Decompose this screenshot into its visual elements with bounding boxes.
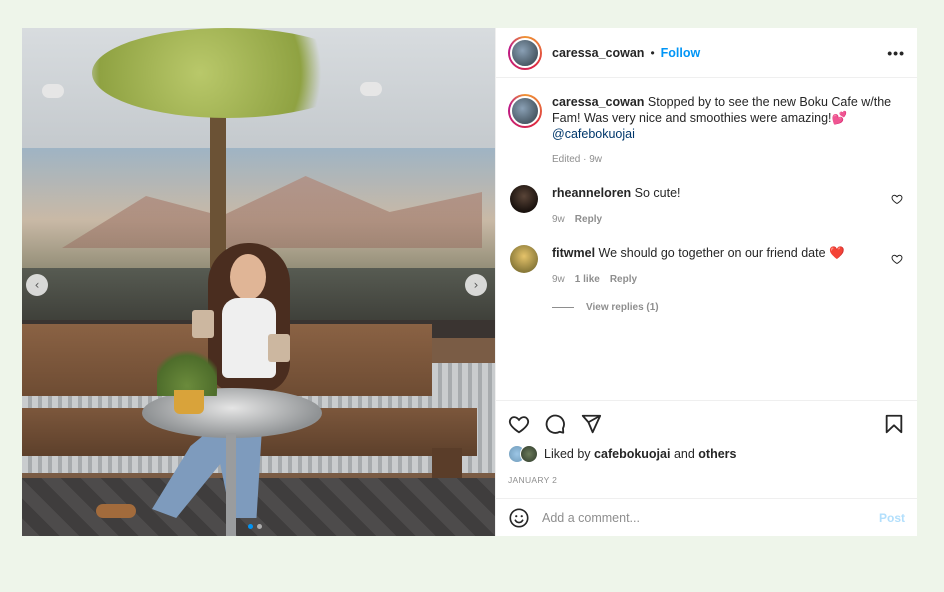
prev-photo-button[interactable]: ‹ xyxy=(26,274,48,296)
comment-time[interactable]: 9w xyxy=(552,212,565,228)
photo-lamp xyxy=(360,82,382,96)
author-username[interactable]: caressa_cowan xyxy=(552,46,644,60)
liker-avatar xyxy=(520,445,538,463)
likes-summary: Liked by cafebokuojai and others xyxy=(508,445,905,463)
caption-mention[interactable]: @cafebokuojai xyxy=(552,127,635,141)
caption-avatar[interactable] xyxy=(508,94,542,128)
post-actions: Liked by cafebokuojai and others JANUARY… xyxy=(496,400,917,485)
carousel-dot[interactable] xyxy=(248,524,253,529)
comment-time[interactable]: 9w xyxy=(552,272,565,288)
comment-like-heart-icon[interactable] xyxy=(891,193,903,205)
author-avatar[interactable] xyxy=(508,35,542,70)
caption-meta: Edited · 9w xyxy=(552,152,902,168)
liked-by-user[interactable]: cafebokuojai xyxy=(594,447,670,461)
view-replies-button[interactable]: View replies (1) xyxy=(552,302,905,313)
liked-by-others[interactable]: others xyxy=(698,447,736,461)
comment-text: We should go together on our friend date… xyxy=(598,246,845,260)
edited-label: Edited xyxy=(552,154,581,165)
post-header: caressa_cowan • Follow ••• xyxy=(496,28,917,78)
heart-icon[interactable] xyxy=(508,413,530,435)
reply-button[interactable]: Reply xyxy=(575,212,602,228)
photo-cup xyxy=(192,310,214,338)
comment-icon[interactable] xyxy=(544,413,566,435)
liked-by-and: and xyxy=(673,447,695,461)
photo-pot xyxy=(174,390,204,414)
comment-item: rheanneloren So cute! 9w Reply xyxy=(508,185,905,228)
comment-like-heart-icon[interactable] xyxy=(891,253,903,265)
carousel-dot[interactable] xyxy=(257,524,262,529)
bookmark-icon[interactable] xyxy=(883,413,905,435)
post-date[interactable]: JANUARY 2 xyxy=(508,475,905,485)
photo-plant xyxy=(157,346,217,396)
liked-by-prefix: Liked by xyxy=(544,447,591,461)
header-separator: • xyxy=(650,45,655,60)
share-icon[interactable] xyxy=(580,413,602,435)
commenter-avatar[interactable] xyxy=(510,185,538,213)
comment-input[interactable] xyxy=(542,510,879,525)
post-photo[interactable]: ‹ › xyxy=(22,28,495,536)
photo-lamp xyxy=(42,84,64,98)
photo-tree-leaves xyxy=(92,28,362,118)
caption-meta-separator: · xyxy=(580,154,590,165)
replies-line xyxy=(552,307,574,308)
photo-person-face xyxy=(230,254,266,300)
emoji-icon[interactable] xyxy=(508,507,530,529)
add-comment-bar: Post xyxy=(496,498,917,536)
photo-sandal xyxy=(96,504,136,518)
caption-text: caressa_cowan Stopped by to see the new … xyxy=(552,94,902,168)
comment-meta: 9w 1 like Reply xyxy=(552,272,845,288)
comment-meta: 9w Reply xyxy=(552,212,681,228)
carousel-dots xyxy=(248,524,262,529)
post-side-panel: caressa_cowan • Follow ••• caressa_cowan… xyxy=(495,28,917,536)
more-options-icon[interactable]: ••• xyxy=(887,45,905,61)
commenter-username[interactable]: rheanneloren xyxy=(552,186,631,200)
commenter-avatar[interactable] xyxy=(510,245,538,273)
view-replies-label: View replies (1) xyxy=(586,302,659,313)
comment-item: fitwmel We should go together on our fri… xyxy=(508,245,905,288)
caption-username[interactable]: caressa_cowan xyxy=(552,95,644,109)
commenter-username[interactable]: fitwmel xyxy=(552,246,595,260)
liker-avatars xyxy=(508,445,540,463)
post-comment-button[interactable]: Post xyxy=(879,511,905,525)
photo-cup xyxy=(268,334,290,362)
caption-time[interactable]: 9w xyxy=(589,154,602,165)
follow-button[interactable]: Follow xyxy=(661,46,701,60)
photo-table-leg xyxy=(226,433,236,536)
action-icons xyxy=(508,413,905,435)
reply-button[interactable]: Reply xyxy=(610,272,637,288)
next-photo-button[interactable]: › xyxy=(465,274,487,296)
instagram-post: ‹ › caressa_cowan • Follow ••• caressa_c… xyxy=(22,28,917,536)
comment-likes-count[interactable]: 1 like xyxy=(575,272,600,288)
comment-text: So cute! xyxy=(634,186,681,200)
comments-section: caressa_cowan Stopped by to see the new … xyxy=(496,78,917,313)
post-caption: caressa_cowan Stopped by to see the new … xyxy=(508,94,905,168)
